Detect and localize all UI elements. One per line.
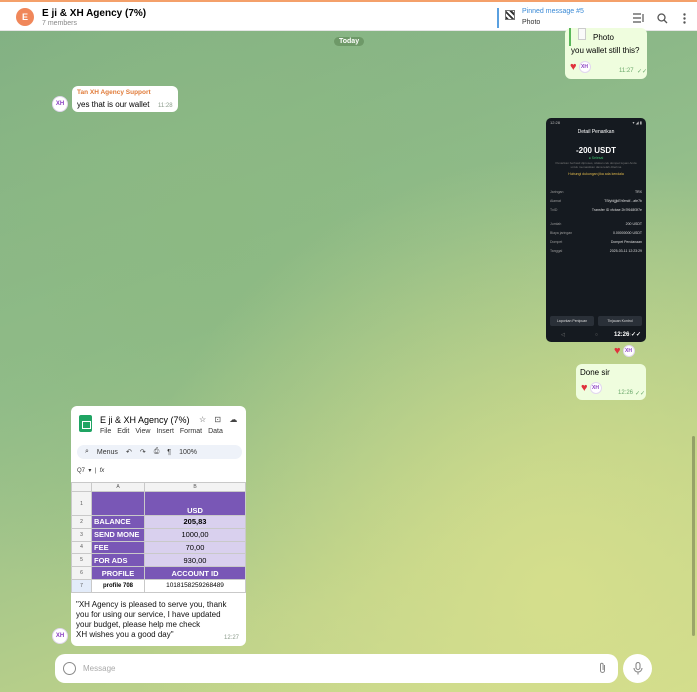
phone-page-title: Detail Penarikan [577, 129, 615, 135]
read-checkmarks-icon: ✓✓ [637, 69, 648, 75]
spreadsheet-image-message[interactable]: E ji & XH Agency (7%) ☆ ⊡ ☁ File Edit Vi… [71, 406, 246, 646]
chat-title[interactable]: E ji & XH Agency (7%) [42, 8, 146, 19]
pinned-message-title[interactable]: Pinned message #5 [522, 8, 584, 15]
reaction-avatar: XH [622, 345, 635, 357]
phone-status-icons: ▾ ◢ ▮ [632, 120, 642, 125]
sheet-toolbar: ⌕ Menus ↶ ↷ ⎙ ¶ 100% [77, 445, 242, 459]
phone-detail-rows: Jaringan TRX Alamat TSfyfdjjjkEh9mdf...afe… [550, 190, 642, 258]
redo-icon: ↷ [139, 449, 146, 456]
message-time: 11:27 [619, 68, 634, 74]
more-options-icon[interactable] [677, 11, 691, 25]
message-text: you wallet still this? [571, 46, 640, 55]
column-header: A [91, 482, 145, 492]
phone-report-button: Laporkan Penipuan [550, 316, 594, 326]
microphone-icon [632, 662, 643, 675]
message-time: 12:26 ✓✓ [614, 332, 642, 338]
reply-thumbnail [578, 28, 586, 40]
phone-row: TxID Transfer ID xfcbae 2b7f648f3f7e [550, 208, 642, 212]
reaction-avatar: XH [578, 61, 591, 73]
read-checkmarks-icon: ✓✓ [635, 391, 646, 397]
phone-control-button: Tinjauan Kontrol [598, 316, 642, 326]
reply-caption: Photo [593, 33, 614, 42]
sender-avatar[interactable]: XH [52, 96, 68, 112]
table-row: 6 PROFILE ACCOUNT ID [71, 566, 246, 580]
pinned-thumbnail[interactable] [505, 10, 515, 20]
reply-indicator [569, 28, 571, 46]
chat-header: E E ji & XH Agency (7%) 7 members Pinned… [0, 0, 697, 31]
outgoing-message[interactable]: Done sir ♥ XH 12:26 ✓✓ [576, 364, 646, 400]
date-separator: Today [334, 37, 365, 46]
phone-row: Jumlah 200 USDT [550, 222, 642, 226]
table-row: 3 SEND MONE 1000,00 [71, 527, 246, 542]
message-input[interactable] [83, 661, 583, 676]
heart-icon: ♥ [581, 382, 588, 394]
incoming-message[interactable]: Tan XH Agency Support yes that is our wa… [72, 86, 178, 112]
member-count: 7 members [42, 20, 78, 27]
message-text: Done sir [580, 368, 610, 377]
phone-row: Jaringan TRX [550, 190, 642, 194]
screenshot-image[interactable]: 12:28 ▾ ◢ ▮ Detail Penarikan -200 USDT ●… [546, 118, 646, 342]
sheet-title: E ji & XH Agency (7%) [100, 415, 190, 425]
message-text: "XH Agency is pleased to serve you, than… [76, 600, 227, 639]
print-icon: ⎙ [153, 448, 160, 455]
phone-status-label: ● Selesai [588, 156, 604, 160]
pinned-indicator [497, 8, 499, 28]
reaction[interactable]: ♥ XH [581, 381, 602, 395]
sheets-icon [79, 415, 92, 432]
column-header: B [144, 482, 246, 492]
chat-scrollbar[interactable] [692, 436, 695, 636]
sheet-grid: A B 1 USD 2 BALANCE 205,83 3 SEND MONE 1… [71, 482, 246, 593]
search-icon: ⌕ [85, 448, 89, 455]
sheet-menus-label: Menus [96, 448, 118, 456]
reaction[interactable]: ♥ XH [614, 344, 635, 358]
sender-avatar[interactable]: XH [52, 628, 68, 644]
heart-icon: ♥ [570, 61, 577, 73]
undo-icon: ↶ [125, 449, 132, 456]
emoji-icon[interactable] [63, 662, 76, 675]
heart-icon: ♥ [614, 345, 621, 357]
reaction-avatar: XH [589, 382, 602, 394]
phone-status-bar: 12:28 ▾ ◢ ▮ [550, 120, 642, 126]
pinned-message-preview[interactable]: Photo [522, 19, 540, 26]
sheet-cell-reference: Q7 ▾ | fx [77, 468, 105, 474]
sender-name[interactable]: Tan XH Agency Support [77, 89, 151, 96]
sheet-zoom: 100% [179, 448, 197, 456]
sheet-toolbar-icons: ☆ ⊡ ☁ [199, 415, 241, 424]
phone-row: Dompet Dompet Pendanaan [550, 240, 642, 244]
table-row: 1 USD [71, 491, 246, 516]
phone-clock: 12:28 [550, 120, 561, 125]
pinned-list-icon[interactable] [632, 11, 646, 25]
table-row: 5 FOR ADS 930,00 [71, 553, 246, 568]
message-time: 12:26 [618, 390, 634, 396]
phone-row: Tanggal 2025-03-11 12:23:29 [550, 249, 642, 253]
group-avatar[interactable]: E [16, 8, 34, 26]
table-row: 4 FEE 70,00 [71, 540, 246, 555]
message-text: yes that is our wallet [77, 100, 150, 109]
message-time: 11:28 [158, 103, 173, 109]
attach-icon[interactable] [595, 661, 609, 675]
phone-support-link: Hubungi dukungan jika ada kendala [568, 172, 624, 176]
phone-row: Biaya jaringan 0.00000000 USDT [550, 231, 642, 235]
table-row: 2 BALANCE 205,83 [71, 515, 246, 529]
outgoing-message[interactable]: Photo you wallet still this? ♥ XH 11:27 … [565, 28, 647, 79]
microphone-button[interactable] [623, 654, 652, 683]
phone-note: Penarikan berhasil diproses, silakan cek… [555, 161, 637, 169]
phone-row: Alamat TSfyfdjjjkEh9mdf...afe7b [550, 199, 642, 203]
table-row: 7 profile 708 1018158259268489 [71, 578, 246, 593]
phone-amount: -200 USDT [575, 146, 616, 155]
search-icon[interactable] [655, 11, 669, 25]
reaction[interactable]: ♥ XH [570, 60, 591, 74]
message-time: 12:27 [224, 635, 240, 641]
message-composer [55, 654, 618, 683]
paint-format-icon: ¶ [167, 448, 172, 456]
sheet-menu-bar: File Edit View Insert Format Data [100, 428, 223, 435]
